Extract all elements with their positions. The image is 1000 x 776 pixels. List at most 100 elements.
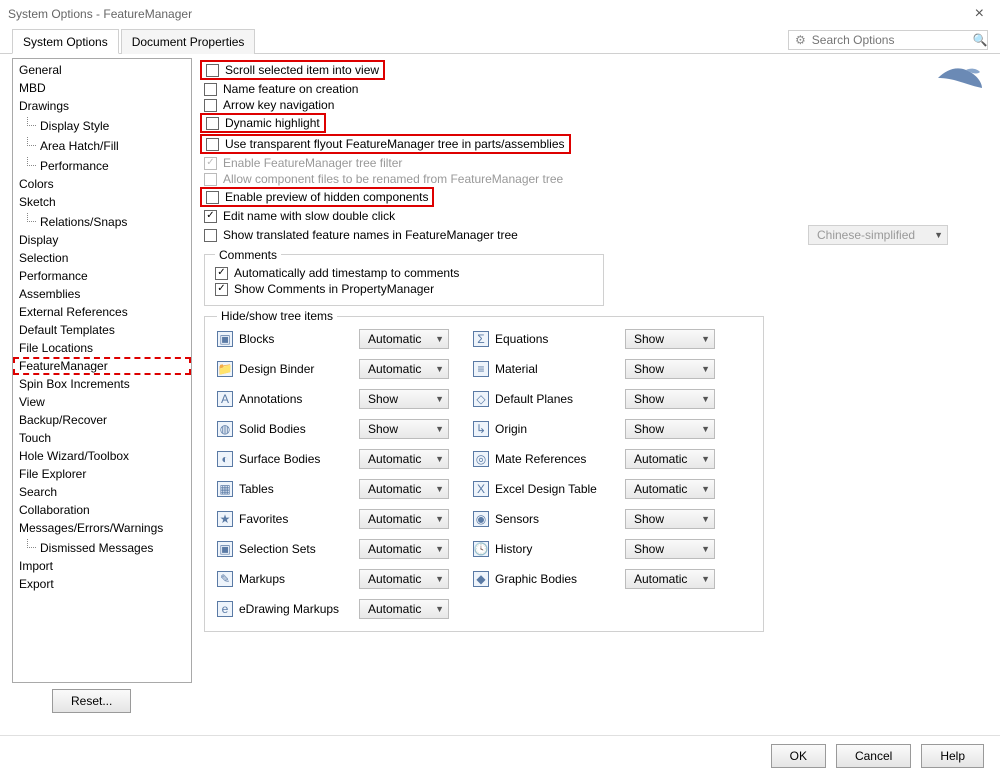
tree-item-label: Graphic Bodies [495,572,625,586]
chk-translated[interactable] [204,229,217,242]
chk-timestamp[interactable] [215,267,228,280]
sidebar-item[interactable]: Default Templates [13,321,191,339]
chk-dynamic-hl-label: Dynamic highlight [225,116,320,130]
titlebar: System Options - FeatureManager × [0,0,1000,28]
sidebar-item[interactable]: Export [13,575,191,593]
sidebar-item[interactable]: Drawings [13,97,191,115]
sidebar-item[interactable]: Performance [13,267,191,285]
tree-item-dropdown[interactable]: Show▼ [625,389,715,409]
tree-item-dropdown[interactable]: Automatic▼ [625,569,715,589]
tree-item-dropdown[interactable]: Show▼ [625,509,715,529]
sidebar-item[interactable]: Backup/Recover [13,411,191,429]
sidebar-item[interactable]: MBD [13,79,191,97]
search-box[interactable]: ⚙ 🔍 [788,30,988,50]
ok-button[interactable]: OK [771,744,826,768]
content-pane: Scroll selected item into view Name feat… [200,54,1000,714]
sidebar-item[interactable]: Spin Box Increments [13,375,191,393]
chk-name-feature[interactable] [204,83,217,96]
sidebar-item[interactable]: Performance [13,155,191,175]
sidebar-item[interactable]: FeatureManager [13,357,191,375]
tree-item-label: Markups [239,572,359,586]
chk-tree-filter [204,157,217,170]
app-logo [936,60,984,92]
chk-transparent-flyout[interactable] [206,138,219,151]
sidebar-item[interactable]: Import [13,557,191,575]
tree-item-dropdown[interactable]: Show▼ [359,389,449,409]
tree-item-dropdown[interactable]: Show▼ [625,359,715,379]
tree-item-dropdown[interactable]: Automatic▼ [359,599,449,619]
chk-dynamic-hl[interactable] [206,117,219,130]
chk-show-comments[interactable] [215,283,228,296]
tree-item-dropdown[interactable]: Show▼ [625,329,715,349]
chk-scroll[interactable] [206,64,219,77]
tree-icon: ↳ [473,421,489,437]
category-sidebar[interactable]: GeneralMBDDrawingsDisplay StyleArea Hatc… [12,58,192,683]
tree-icon: ◆ [473,571,489,587]
tree-item-dropdown[interactable]: Automatic▼ [625,479,715,499]
chk-arrow-nav-label: Arrow key navigation [223,98,334,112]
tree-item-label: Material [495,362,625,376]
tree-item-label: Default Planes [495,392,625,406]
tree-item-label: Blocks [239,332,359,346]
sidebar-item[interactable]: View [13,393,191,411]
tree-item-dropdown[interactable]: Automatic▼ [359,359,449,379]
tree-item-label: History [495,542,625,556]
sidebar-item[interactable]: Hole Wizard/Toolbox [13,447,191,465]
comments-group: Comments Automatically add timestamp to … [204,254,604,306]
tree-icon: ▦ [217,481,233,497]
tab-system-options[interactable]: System Options [12,29,119,54]
help-button[interactable]: Help [921,744,984,768]
top-bar: System Options Document Properties ⚙ 🔍 [0,28,1000,54]
sidebar-item[interactable]: Assemblies [13,285,191,303]
sidebar-item[interactable]: Display Style [13,115,191,135]
search-input[interactable] [812,33,967,47]
sidebar-item[interactable]: Display [13,231,191,249]
tree-item-label: Annotations [239,392,359,406]
sidebar-item[interactable]: Relations/Snaps [13,211,191,231]
tree-item-dropdown[interactable]: Automatic▼ [359,569,449,589]
gear-icon: ⚙ [795,33,806,47]
tree-item-dropdown[interactable]: Automatic▼ [359,449,449,469]
tree-icon: ◇ [473,391,489,407]
chk-scroll-label: Scroll selected item into view [225,63,379,77]
tree-item-dropdown[interactable]: Automatic▼ [625,449,715,469]
tree-item-label: Design Binder [239,362,359,376]
sidebar-item[interactable]: Sketch [13,193,191,211]
language-dropdown: Chinese-simplified▼ [808,225,948,245]
comments-group-label: Comments [215,248,281,262]
chk-edit-name[interactable] [204,210,217,223]
tree-items-group: Hide/show tree items ▣BlocksAutomatic▼ΣE… [204,316,764,632]
sidebar-item[interactable]: Messages/Errors/Warnings [13,519,191,537]
tree-item-label: Selection Sets [239,542,359,556]
search-icon: 🔍 [973,33,988,47]
chk-rename-files [204,173,217,186]
tree-item-dropdown[interactable]: Automatic▼ [359,479,449,499]
sidebar-item[interactable]: Search [13,483,191,501]
chk-preview-hidden[interactable] [206,191,219,204]
chk-arrow-nav[interactable] [204,99,217,112]
tree-item-dropdown[interactable]: Automatic▼ [359,329,449,349]
tree-item-dropdown[interactable]: Automatic▼ [359,509,449,529]
sidebar-item[interactable]: Area Hatch/Fill [13,135,191,155]
tree-item-dropdown[interactable]: Show▼ [625,419,715,439]
tree-item-dropdown[interactable]: Automatic▼ [359,539,449,559]
tree-item-label: Sensors [495,512,625,526]
sidebar-item[interactable]: File Locations [13,339,191,357]
sidebar-item[interactable]: Selection [13,249,191,267]
sidebar-item[interactable]: Touch [13,429,191,447]
sidebar-item[interactable]: Dismissed Messages [13,537,191,557]
sidebar-item[interactable]: File Explorer [13,465,191,483]
sidebar-item[interactable]: General [13,61,191,79]
tab-document-properties[interactable]: Document Properties [121,29,256,54]
sidebar-item[interactable]: External References [13,303,191,321]
cancel-button[interactable]: Cancel [836,744,911,768]
tree-icon: ◍ [217,421,233,437]
sidebar-item[interactable]: Colors [13,175,191,193]
reset-button[interactable]: Reset... [52,689,131,713]
tree-item-dropdown[interactable]: Show▼ [359,419,449,439]
tree-icon: ★ [217,511,233,527]
close-icon[interactable]: × [967,5,992,23]
sidebar-item[interactable]: Collaboration [13,501,191,519]
tree-item-dropdown[interactable]: Show▼ [625,539,715,559]
tree-item-label: Tables [239,482,359,496]
